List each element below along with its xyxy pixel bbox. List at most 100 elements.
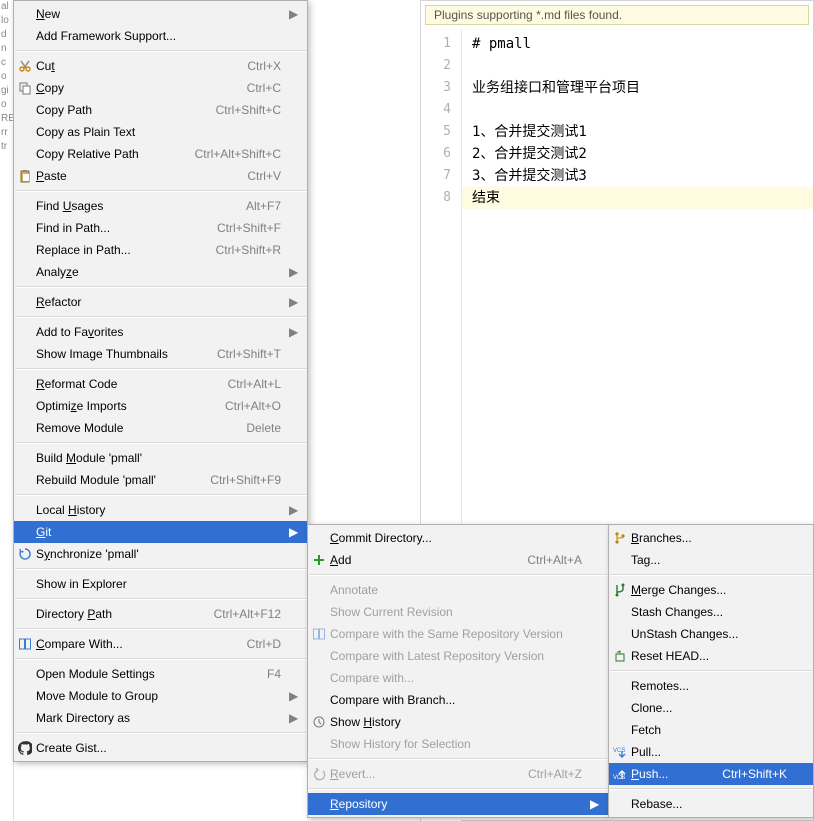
repo-menu-item[interactable]: Clone...: [609, 697, 813, 719]
main-menu-item[interactable]: Mark Directory as▶: [14, 707, 307, 729]
menu-item-label: Rebase...: [631, 797, 795, 811]
submenu-arrow-icon: ▶: [289, 503, 299, 517]
editor-line[interactable]: [472, 99, 813, 121]
main-menu-item[interactable]: Show in Explorer: [14, 573, 307, 595]
sync-icon: [14, 547, 36, 561]
editor-line[interactable]: 2、合并提交测试2: [472, 143, 813, 165]
repo-menu-item[interactable]: Stash Changes...: [609, 601, 813, 623]
menu-separator: [309, 574, 607, 576]
revert-icon: [308, 767, 330, 781]
repo-menu-item[interactable]: UnStash Changes...: [609, 623, 813, 645]
main-menu-item[interactable]: Compare With...Ctrl+D: [14, 633, 307, 655]
menu-item-shortcut: Delete: [246, 421, 289, 435]
repo-menu-item[interactable]: Fetch: [609, 719, 813, 741]
menu-item-label: Copy Relative Path: [36, 147, 195, 161]
main-menu-item[interactable]: Open Module SettingsF4: [14, 663, 307, 685]
editor-line[interactable]: 1、合并提交测试1: [472, 121, 813, 143]
repo-menu-item[interactable]: Remotes...: [609, 675, 813, 697]
repo-menu-item[interactable]: Branches...: [609, 527, 813, 549]
main-menu-item[interactable]: Copy PathCtrl+Shift+C: [14, 99, 307, 121]
main-menu-item[interactable]: Find in Path...Ctrl+Shift+F: [14, 217, 307, 239]
main-menu-item[interactable]: Add Framework Support...: [14, 25, 307, 47]
main-menu-item[interactable]: Move Module to Group▶: [14, 685, 307, 707]
cut-icon: [14, 59, 36, 73]
main-menu-item[interactable]: Synchronize 'pmall': [14, 543, 307, 565]
editor-line[interactable]: 业务组接口和管理平台项目: [472, 77, 813, 99]
main-menu-item[interactable]: Analyze▶: [14, 261, 307, 283]
menu-item-label: Push...: [631, 767, 722, 781]
menu-item-shortcut: Ctrl+Alt+L: [228, 377, 289, 391]
menu-separator: [610, 574, 812, 576]
repo-menu-item[interactable]: Merge Changes...: [609, 579, 813, 601]
main-menu-item[interactable]: New▶: [14, 3, 307, 25]
menu-item-label: Copy: [36, 81, 247, 95]
main-menu-item[interactable]: Optimize ImportsCtrl+Alt+O: [14, 395, 307, 417]
main-menu-item[interactable]: Add to Favorites▶: [14, 321, 307, 343]
menu-item-label: Clone...: [631, 701, 795, 715]
branch-icon: [609, 531, 631, 545]
git-menu-item: Show Current Revision: [308, 601, 608, 623]
main-menu-item[interactable]: Show Image ThumbnailsCtrl+Shift+T: [14, 343, 307, 365]
main-menu-item[interactable]: Copy as Plain Text: [14, 121, 307, 143]
main-menu-item[interactable]: Remove ModuleDelete: [14, 417, 307, 439]
repo-menu-item[interactable]: Tag...: [609, 549, 813, 571]
repo-menu-item[interactable]: VCSPush...Ctrl+Shift+K: [609, 763, 813, 785]
main-menu-item[interactable]: CutCtrl+X: [14, 55, 307, 77]
menu-item-label: Remotes...: [631, 679, 795, 693]
main-menu-item[interactable]: Copy Relative PathCtrl+Alt+Shift+C: [14, 143, 307, 165]
menu-item-shortcut: F4: [267, 667, 289, 681]
plugin-hint-bar[interactable]: Plugins supporting *.md files found.: [425, 5, 809, 25]
git-menu-item[interactable]: Repository▶: [308, 793, 608, 815]
menu-separator: [15, 658, 306, 660]
git-menu-item[interactable]: Compare with Branch...: [308, 689, 608, 711]
main-menu-item[interactable]: Refactor▶: [14, 291, 307, 313]
add-icon: [308, 553, 330, 567]
main-menu-item[interactable]: Git▶: [14, 521, 307, 543]
menu-item-label: Compare with...: [330, 671, 590, 685]
context-menu-repository[interactable]: Branches... Tag... Merge Changes...Stash C…: [608, 524, 814, 818]
editor-line[interactable]: 3、合并提交测试3: [472, 165, 813, 187]
submenu-arrow-icon: ▶: [289, 265, 299, 279]
main-menu-item[interactable]: Directory PathCtrl+Alt+F12: [14, 603, 307, 625]
git-menu-item[interactable]: Show History: [308, 711, 608, 733]
editor-line[interactable]: 结束: [462, 187, 813, 209]
main-menu-item[interactable]: PasteCtrl+V: [14, 165, 307, 187]
menu-separator: [610, 788, 812, 790]
git-menu-item[interactable]: AddCtrl+Alt+A: [308, 549, 608, 571]
context-menu-git[interactable]: Commit Directory...AddCtrl+Alt+AAnnotate…: [307, 524, 609, 818]
main-menu-item[interactable]: Create Gist...: [14, 737, 307, 759]
menu-item-label: Replace in Path...: [36, 243, 216, 257]
main-menu-item[interactable]: Local History▶: [14, 499, 307, 521]
menu-item-label: Compare With...: [36, 637, 247, 651]
editor-line[interactable]: # pmall: [472, 33, 813, 55]
main-menu-item[interactable]: Build Module 'pmall': [14, 447, 307, 469]
menu-item-label: Cut: [36, 59, 247, 73]
menu-item-shortcut: Ctrl+Shift+R: [216, 243, 289, 257]
git-menu-item[interactable]: Commit Directory...: [308, 527, 608, 549]
menu-separator: [15, 286, 306, 288]
editor-line[interactable]: [472, 55, 813, 77]
main-menu-item[interactable]: Reformat CodeCtrl+Alt+L: [14, 373, 307, 395]
context-menu-main[interactable]: New▶Add Framework Support...CutCtrl+XCop…: [13, 0, 308, 762]
repo-menu-item[interactable]: VCSPull...: [609, 741, 813, 763]
menu-item-label: Rebuild Module 'pmall': [36, 473, 210, 487]
menu-item-label: Analyze: [36, 265, 289, 279]
main-menu-item[interactable]: CopyCtrl+C: [14, 77, 307, 99]
main-menu-item[interactable]: Replace in Path...Ctrl+Shift+R: [14, 239, 307, 261]
repo-menu-item[interactable]: Reset HEAD...: [609, 645, 813, 667]
menu-item-label: Repository: [330, 797, 590, 811]
menu-item-label: Fetch: [631, 723, 795, 737]
svg-text:VCS: VCS: [613, 775, 625, 781]
menu-separator: [15, 494, 306, 496]
repo-menu-item[interactable]: Rebase...: [609, 793, 813, 815]
git-menu-item: Compare with the Same Repository Version: [308, 623, 608, 645]
menu-separator: [15, 316, 306, 318]
menu-item-shortcut: Ctrl+Shift+C: [216, 103, 289, 117]
menu-item-label: Copy as Plain Text: [36, 125, 289, 139]
git-menu-item: Show History for Selection: [308, 733, 608, 755]
main-menu-item[interactable]: Rebuild Module 'pmall'Ctrl+Shift+F9: [14, 469, 307, 491]
menu-item-label: Compare with Branch...: [330, 693, 590, 707]
history-icon: [308, 715, 330, 729]
menu-item-label: Tag...: [631, 553, 795, 567]
main-menu-item[interactable]: Find UsagesAlt+F7: [14, 195, 307, 217]
